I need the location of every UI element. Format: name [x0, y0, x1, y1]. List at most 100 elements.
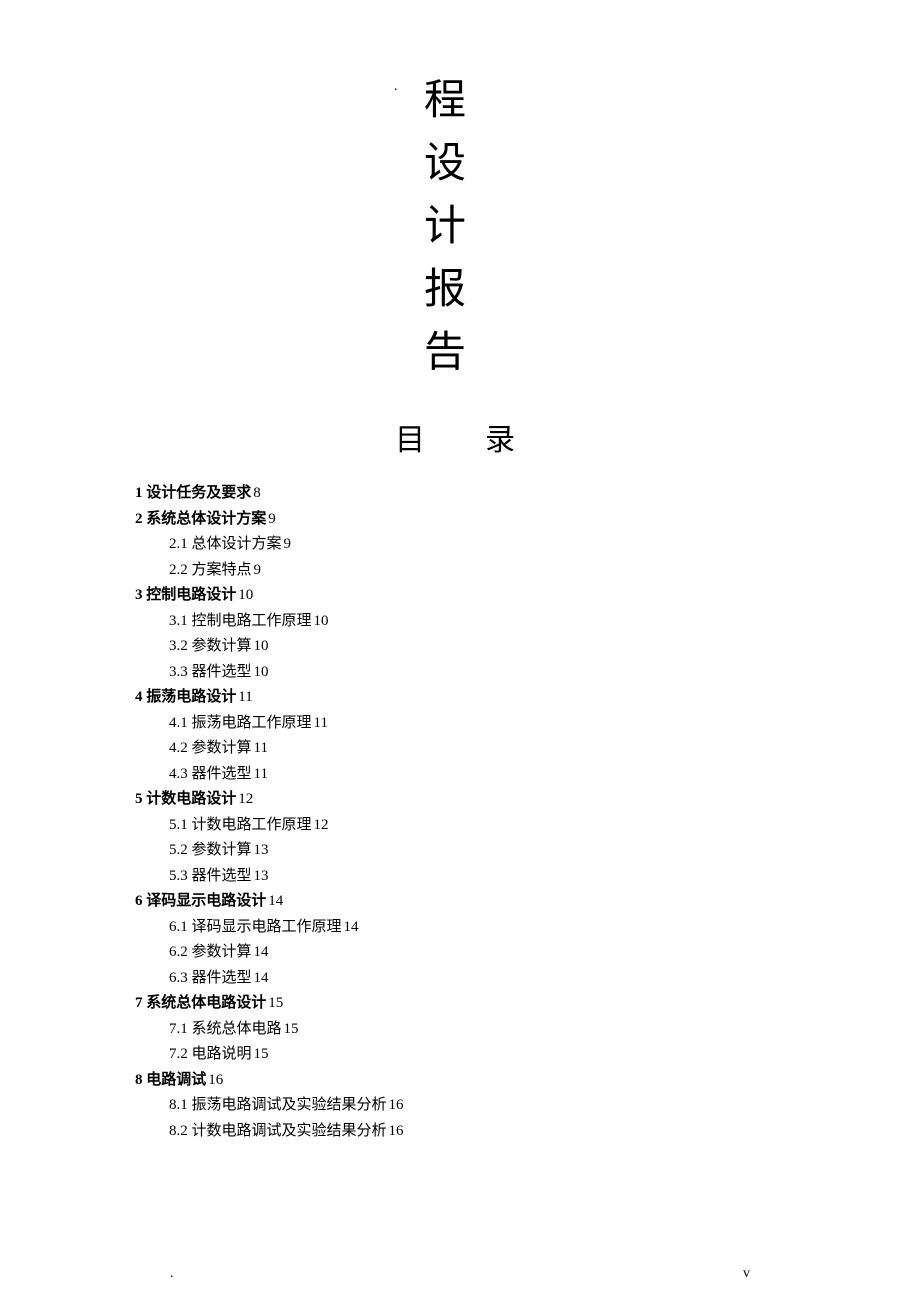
toc-entry-page: 10: [254, 664, 269, 680]
toc-entry-label: 振荡电路调试及实验结果分析: [192, 1097, 387, 1113]
toc-entry-label: 方案特点: [192, 562, 252, 578]
toc-entry: 3 控制电路设计10: [135, 583, 790, 609]
toc-entry-label: 系统总体电路设计: [146, 995, 266, 1011]
toc-entry: 4.3 器件选型11: [135, 762, 790, 788]
toc-entry-number: 6: [135, 893, 146, 909]
toc-entry: 2.1 总体设计方案9: [135, 532, 790, 558]
toc-entry-page: 8: [253, 485, 261, 501]
toc-entry-number: 4.1: [169, 715, 188, 731]
toc-entry-number: 4.2: [169, 740, 188, 756]
toc-heading: 目录: [395, 415, 790, 459]
toc-entry-number: 4: [135, 689, 146, 705]
toc-entry: 5.1 计数电路工作原理12: [135, 813, 790, 839]
title-char: 程: [415, 70, 475, 133]
toc-entry-page: 9: [284, 536, 292, 552]
toc-entry: 4.2 参数计算11: [135, 736, 790, 762]
toc-entry: 6.1 译码显示电路工作原理14: [135, 915, 790, 941]
toc-entry-label: 系统总体设计方案: [146, 511, 266, 527]
toc-entry-number: 3.2: [169, 638, 188, 654]
toc-entry-number: 5.3: [169, 868, 188, 884]
toc-entry-number: 5.1: [169, 817, 188, 833]
toc-entry: 3.2 参数计算10: [135, 634, 790, 660]
toc-entry-label: 振荡电路工作原理: [192, 715, 312, 731]
bottom-dot-mark: .: [170, 1266, 174, 1282]
toc-entry-page: 15: [268, 995, 283, 1011]
toc-entry-label: 参数计算: [192, 842, 252, 858]
toc-entry: 6 译码显示电路设计14: [135, 889, 790, 915]
toc-entry: 8 电路调试16: [135, 1068, 790, 1094]
toc-entry: 4.1 振荡电路工作原理11: [135, 711, 790, 737]
toc-entry-number: 8.1: [169, 1097, 188, 1113]
toc-entry-page: 13: [254, 842, 269, 858]
top-dot-mark: .: [394, 79, 398, 95]
toc-entry-page: 16: [208, 1072, 223, 1088]
toc-entry-label: 设计任务及要求: [146, 485, 251, 501]
toc-entry-label: 控制电路设计: [146, 587, 236, 603]
toc-entry: 6.2 参数计算14: [135, 940, 790, 966]
toc-entry: 5.2 参数计算13: [135, 838, 790, 864]
toc-entry-page: 11: [238, 689, 252, 705]
toc-heading-part1: 目: [395, 424, 425, 457]
toc-entry-label: 参数计算: [192, 944, 252, 960]
toc-entry: 7 系统总体电路设计15: [135, 991, 790, 1017]
toc-entry: 5 计数电路设计12: [135, 787, 790, 813]
toc-entry-number: 8.2: [169, 1123, 192, 1139]
toc-entry: 2.2 方案特点9: [135, 558, 790, 584]
toc-entry-number: 1: [135, 485, 143, 501]
toc-entry-page: 11: [254, 766, 268, 782]
title-char: 计: [415, 196, 475, 259]
toc-entry: 3.1 控制电路工作原理10: [135, 609, 790, 635]
toc-entry-number: 2.1: [169, 536, 188, 552]
toc-entry-page: 14: [268, 893, 283, 909]
toc-entry-label: 电路调试: [146, 1072, 206, 1088]
toc-entry-page: 15: [284, 1021, 299, 1037]
table-of-contents: 1 设计任务及要求82 系统总体设计方案92.1 总体设计方案92.2 方案特点…: [135, 481, 790, 1144]
toc-entry-label: 器件选型: [192, 970, 252, 986]
toc-entry: 7.1 系统总体电路15: [135, 1017, 790, 1043]
toc-entry-number: 4.3: [169, 766, 188, 782]
toc-entry-number: 6.1: [169, 919, 188, 935]
toc-entry-label: 计数电路工作原理: [192, 817, 312, 833]
toc-entry-number: 5.2: [169, 842, 188, 858]
toc-entry: 7.2 电路说明15: [135, 1042, 790, 1068]
document-title: 程 设 计 报 告: [415, 70, 475, 385]
toc-entry-number: 7.1: [169, 1021, 192, 1037]
toc-entry-number: 3.1: [169, 613, 188, 629]
toc-entry: 8.1 振荡电路调试及实验结果分析16: [135, 1093, 790, 1119]
toc-entry-page: 12: [314, 817, 329, 833]
toc-entry-page: 12: [238, 791, 253, 807]
toc-entry-label: 计数电路调试及实验结果分析: [192, 1123, 387, 1139]
toc-heading-part2: 录: [485, 424, 515, 457]
toc-entry-page: 14: [254, 970, 269, 986]
toc-entry-page: 10: [238, 587, 253, 603]
toc-entry-page: 16: [389, 1123, 404, 1139]
toc-entry-number: 2: [135, 511, 143, 527]
toc-entry-number: 7.2: [169, 1046, 192, 1062]
toc-entry-label: 参数计算: [192, 740, 252, 756]
toc-entry-page: 9: [268, 511, 276, 527]
toc-entry-label: 器件选型: [192, 868, 252, 884]
toc-entry-label: 计数电路设计: [146, 791, 236, 807]
toc-entry: 1 设计任务及要求8: [135, 481, 790, 507]
toc-entry-page: 15: [254, 1046, 269, 1062]
toc-entry-label: 参数计算: [192, 638, 252, 654]
toc-entry-label: 控制电路工作原理: [192, 613, 312, 629]
toc-entry-number: 5: [135, 791, 146, 807]
page-footer-mark: v: [743, 1266, 750, 1282]
toc-entry-number: 8: [135, 1072, 143, 1088]
toc-entry-page: 9: [254, 562, 262, 578]
toc-entry-number: 3: [135, 587, 143, 603]
toc-entry-label: 电路说明: [192, 1046, 252, 1062]
toc-entry: 8.2 计数电路调试及实验结果分析16: [135, 1119, 790, 1145]
toc-entry-label: 器件选型: [192, 766, 252, 782]
toc-entry: 3.3 器件选型10: [135, 660, 790, 686]
toc-entry: 5.3 器件选型13: [135, 864, 790, 890]
toc-entry-page: 10: [254, 638, 269, 654]
title-char: 报: [415, 259, 475, 322]
toc-entry: 4 振荡电路设计11: [135, 685, 790, 711]
toc-entry-label: 系统总体电路: [192, 1021, 282, 1037]
toc-entry-page: 10: [314, 613, 329, 629]
toc-entry-label: 译码显示电路设计: [146, 893, 266, 909]
toc-entry-page: 11: [254, 740, 268, 756]
toc-entry-number: 6.3: [169, 970, 188, 986]
